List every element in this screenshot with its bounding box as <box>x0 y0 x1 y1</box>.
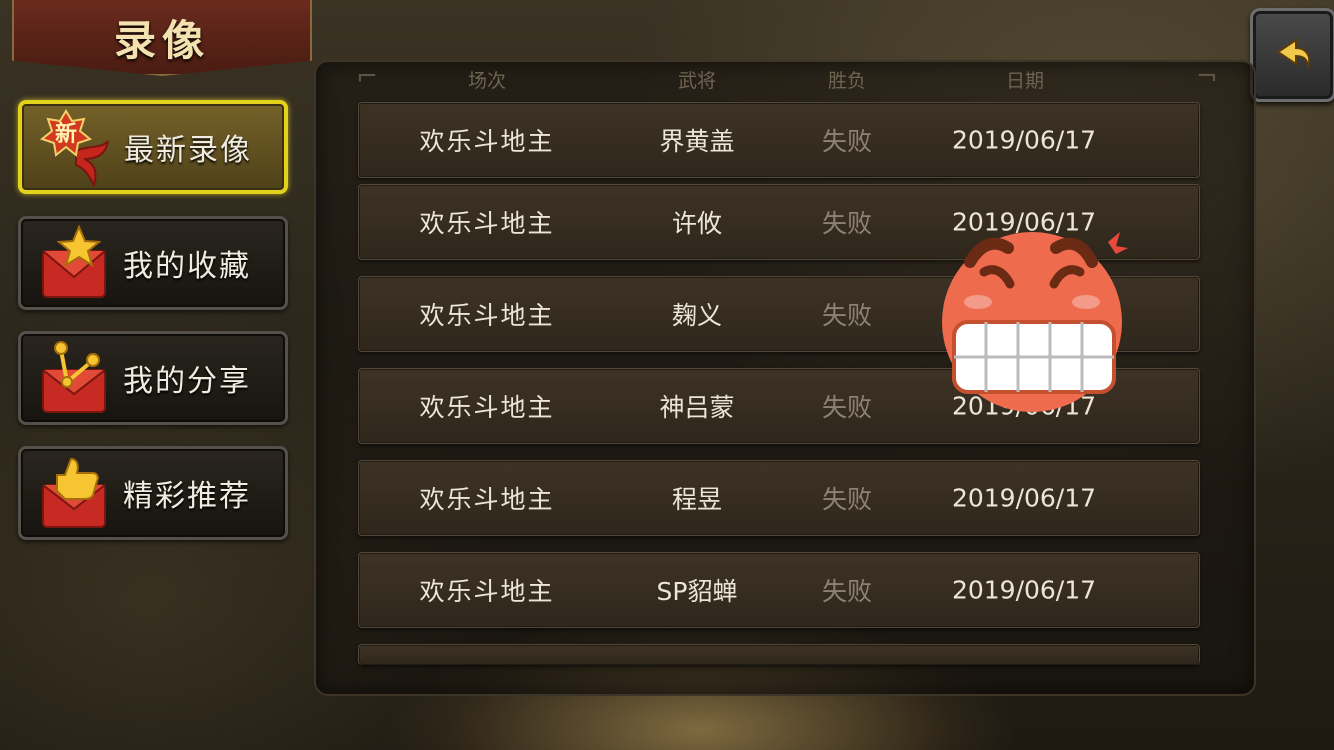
cell-result: 失败 <box>821 209 873 238</box>
cell-mode: 欢乐斗地主 <box>419 301 555 330</box>
menu-item-my-shares[interactable]: 我的分享 <box>18 331 288 425</box>
menu-item-recommended[interactable]: 精彩推荐 <box>18 446 288 540</box>
column-header-mode: 场次 <box>467 70 507 92</box>
cell-result: 失败 <box>821 301 873 330</box>
column-header-result: 胜负 <box>827 70 867 92</box>
menu-label: 我的分享 <box>123 364 251 399</box>
table-row[interactable]: 欢乐斗地主 程昱 失败 2019/06/17 <box>358 460 1200 536</box>
column-header-date: 日期 <box>1005 70 1045 92</box>
page-title-banner: 录像 <box>12 0 312 76</box>
back-arrow-icon <box>1276 38 1311 69</box>
menu-item-latest-recordings[interactable]: 新 最新录像 <box>18 100 288 194</box>
back-button[interactable] <box>1250 8 1334 102</box>
cell-general: SP貂蝉 <box>656 577 738 606</box>
cell-result: 失败 <box>821 127 873 156</box>
page-title: 录像 <box>113 15 210 65</box>
cell-general: 界黄盖 <box>659 127 735 156</box>
menu-label: 精彩推荐 <box>123 479 251 514</box>
cell-mode: 欢乐斗地主 <box>419 393 555 422</box>
cell-date: 2019/06/17 <box>951 125 1097 155</box>
column-header-general: 武将 <box>677 70 717 92</box>
cell-mode: 欢乐斗地主 <box>419 209 555 238</box>
cell-result: 失败 <box>821 485 873 514</box>
cell-date: 2019/06/17 <box>951 575 1097 605</box>
cell-result: 失败 <box>821 393 873 422</box>
cell-general: 程昱 <box>671 485 723 514</box>
share-envelope-icon <box>42 341 106 413</box>
menu-item-my-favorites[interactable]: 我的收藏 <box>18 216 288 310</box>
star-envelope-icon <box>42 224 106 298</box>
svg-text:新: 新 <box>55 121 77 147</box>
new-badge-icon: 新 <box>39 109 109 188</box>
cell-mode: 欢乐斗地主 <box>419 485 555 514</box>
cell-general: 神吕蒙 <box>659 393 735 422</box>
cell-mode: 欢乐斗地主 <box>419 577 555 606</box>
menu-label: 我的收藏 <box>123 249 251 284</box>
cell-general: 麹义 <box>671 301 723 330</box>
thumbs-up-envelope-icon <box>42 457 106 528</box>
cell-general: 许攸 <box>671 209 723 238</box>
angry-face-emoji-icon <box>942 232 1128 412</box>
cell-date: 2019/06/17 <box>951 483 1097 513</box>
menu-label: 最新录像 <box>124 133 252 168</box>
cell-result: 失败 <box>821 577 873 606</box>
table-header: 场次 武将 胜负 日期 <box>316 66 1254 100</box>
table-row[interactable]: 欢乐斗地主 界黄盖 失败 2019/06/17 <box>358 102 1200 178</box>
table-row-partial[interactable] <box>358 644 1200 665</box>
table-row[interactable]: 欢乐斗地主 SP貂蝉 失败 2019/06/17 <box>358 552 1200 628</box>
cell-mode: 欢乐斗地主 <box>419 127 555 156</box>
